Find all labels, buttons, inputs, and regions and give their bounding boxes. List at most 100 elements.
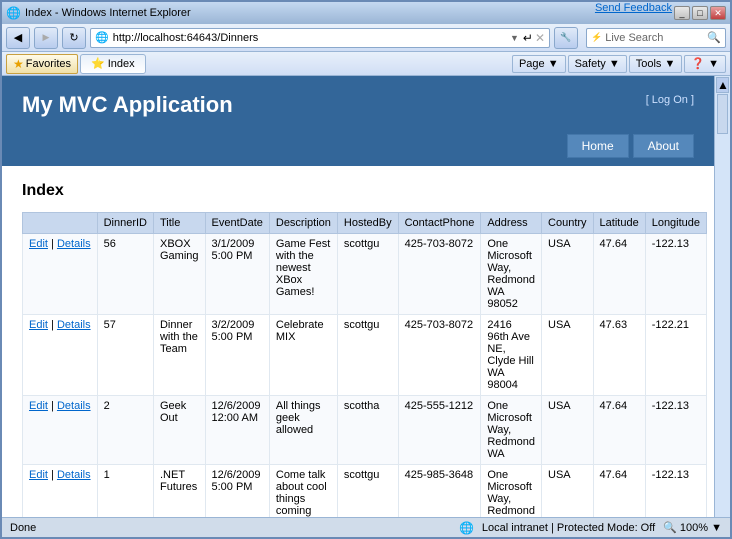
contact-phone-cell: 425-985-3648 bbox=[398, 465, 481, 518]
compat-button[interactable]: 🔧 bbox=[554, 27, 578, 49]
details-link[interactable]: Details bbox=[57, 469, 91, 481]
title-cell: Dinner with the Team bbox=[153, 315, 205, 396]
details-link[interactable]: Details bbox=[57, 319, 91, 331]
hosted-by-cell: scottgu bbox=[337, 465, 398, 518]
action-cell: Edit | Details bbox=[23, 234, 98, 315]
live-search-icon: ⚡ bbox=[591, 32, 602, 43]
country-cell: USA bbox=[542, 396, 594, 465]
refresh-button[interactable]: ↻ bbox=[62, 27, 86, 49]
action-cell: Edit | Details bbox=[23, 315, 98, 396]
longitude-cell: -122.13 bbox=[645, 465, 706, 518]
about-nav-button[interactable]: About bbox=[633, 134, 694, 158]
page-button[interactable]: Page ▼ bbox=[512, 55, 566, 73]
action-cell: Edit | Details bbox=[23, 396, 98, 465]
table-row: Edit | Details2Geek Out12/6/2009 12:00 A… bbox=[23, 396, 707, 465]
address-cell: One Microsoft Way, Redmond WA bbox=[481, 396, 542, 465]
back-button[interactable]: ◀ bbox=[6, 27, 30, 49]
address-cell: One Microsoft Way, Redmond WA bbox=[481, 465, 542, 518]
navigation-bar: ◀ ▶ ↻ 🌐 http://localhost:64643/Dinners ▼… bbox=[2, 24, 730, 52]
close-button[interactable]: ✕ bbox=[710, 6, 726, 20]
search-button[interactable]: 🔍 bbox=[707, 31, 721, 44]
address-bar[interactable]: 🌐 http://localhost:64643/Dinners ▼ ↵ ✕ bbox=[90, 28, 550, 48]
zoom-control[interactable]: 🔍 100% ▼ bbox=[663, 521, 722, 534]
col-actions bbox=[23, 213, 98, 234]
latitude-cell: 47.63 bbox=[593, 315, 645, 396]
home-nav-button[interactable]: Home bbox=[567, 134, 629, 158]
favorites-toolbar: ★ Favorites ⭐ Index Page ▼ Safety ▼ Tool… bbox=[2, 52, 730, 76]
scroll-up-button[interactable]: ▲ bbox=[716, 77, 729, 93]
description-cell: Game Fest with the newest XBox Games! bbox=[269, 234, 337, 315]
maximize-button[interactable]: □ bbox=[692, 6, 708, 20]
latitude-cell: 47.64 bbox=[593, 234, 645, 315]
search-bar[interactable]: ⚡ Live Search 🔍 bbox=[586, 28, 726, 48]
contact-phone-cell: 425-703-8072 bbox=[398, 234, 481, 315]
col-dinnerid: DinnerID bbox=[97, 213, 153, 234]
hosted-by-cell: scottgu bbox=[337, 234, 398, 315]
page-body: My MVC Application [ Log On ] Home About… bbox=[2, 76, 714, 517]
tools-button[interactable]: Tools ▼ bbox=[629, 55, 683, 73]
favorites-label: Favorites bbox=[26, 58, 71, 70]
dinner-id-cell: 57 bbox=[97, 315, 153, 396]
window-title: Index - Windows Internet Explorer bbox=[25, 7, 191, 19]
title-cell: XBOX Gaming bbox=[153, 234, 205, 315]
edit-link[interactable]: Edit bbox=[29, 238, 48, 250]
contact-phone-cell: 425-703-8072 bbox=[398, 315, 481, 396]
scroll-thumb[interactable] bbox=[717, 94, 728, 134]
scrollbar[interactable]: ▲ bbox=[714, 76, 730, 517]
tab-index[interactable]: ⭐ Index bbox=[80, 54, 146, 74]
stop-button[interactable]: ✕ bbox=[535, 31, 545, 45]
table-row: Edit | Details1.NET Futures12/6/2009 5:0… bbox=[23, 465, 707, 518]
window-controls: _ □ ✕ bbox=[674, 6, 726, 20]
col-contactphone: ContactPhone bbox=[398, 213, 481, 234]
title-cell: .NET Futures bbox=[153, 465, 205, 518]
col-title: Title bbox=[153, 213, 205, 234]
col-address: Address bbox=[481, 213, 542, 234]
edit-link[interactable]: Edit bbox=[29, 319, 48, 331]
safety-button[interactable]: Safety ▼ bbox=[568, 55, 627, 73]
address-icon: 🌐 bbox=[95, 31, 109, 44]
page-heading: Index bbox=[22, 182, 694, 200]
status-right: 🌐 Local intranet | Protected Mode: Off 🔍… bbox=[459, 521, 722, 535]
log-on-link[interactable]: [ Log On ] bbox=[646, 94, 694, 106]
main-content: Index DinnerID Title EventDate Descripti… bbox=[2, 166, 714, 517]
send-feedback-link[interactable]: Send Feedback bbox=[595, 2, 672, 14]
table-header-row: DinnerID Title EventDate Description Hos… bbox=[23, 213, 707, 234]
title-cell: Geek Out bbox=[153, 396, 205, 465]
description-cell: Come talk about cool things coming with … bbox=[269, 465, 337, 518]
dinner-id-cell: 2 bbox=[97, 396, 153, 465]
action-cell: Edit | Details bbox=[23, 465, 98, 518]
title-bar: 🌐 Index - Windows Internet Explorer Send… bbox=[2, 2, 730, 24]
country-cell: USA bbox=[542, 234, 594, 315]
col-hostedby: HostedBy bbox=[337, 213, 398, 234]
hosted-by-cell: scottgu bbox=[337, 315, 398, 396]
event-date-cell: 3/1/2009 5:00 PM bbox=[205, 234, 269, 315]
nav-buttons-bar: Home About bbox=[2, 134, 714, 166]
tab-label: Index bbox=[108, 58, 135, 70]
longitude-cell: -122.13 bbox=[645, 234, 706, 315]
forward-button[interactable]: ▶ bbox=[34, 27, 58, 49]
details-link[interactable]: Details bbox=[57, 238, 91, 250]
dinners-table: DinnerID Title EventDate Description Hos… bbox=[22, 212, 707, 517]
help-button[interactable]: ❓ ▼ bbox=[684, 55, 726, 73]
minimize-button[interactable]: _ bbox=[674, 6, 690, 20]
edit-link[interactable]: Edit bbox=[29, 400, 48, 412]
table-row: Edit | Details56XBOX Gaming3/1/2009 5:00… bbox=[23, 234, 707, 315]
latitude-cell: 47.64 bbox=[593, 396, 645, 465]
longitude-cell: -122.21 bbox=[645, 315, 706, 396]
bookmarks-bar: ⭐ Index bbox=[80, 54, 146, 74]
latitude-cell: 47.64 bbox=[593, 465, 645, 518]
zone-icon: 🌐 bbox=[459, 521, 474, 535]
address-dropdown-icon[interactable]: ▼ bbox=[510, 33, 519, 43]
favorites-button[interactable]: ★ Favorites bbox=[6, 54, 78, 74]
longitude-cell: -122.13 bbox=[645, 396, 706, 465]
go-button[interactable]: ↵ bbox=[523, 31, 533, 45]
details-link[interactable]: Details bbox=[57, 400, 91, 412]
description-cell: All things geek allowed bbox=[269, 396, 337, 465]
description-cell: Celebrate MIX bbox=[269, 315, 337, 396]
app-title: My MVC Application bbox=[22, 92, 233, 118]
col-country: Country bbox=[542, 213, 594, 234]
tab-icon: ⭐ bbox=[91, 57, 105, 70]
contact-phone-cell: 425-555-1212 bbox=[398, 396, 481, 465]
app-header: My MVC Application [ Log On ] bbox=[2, 76, 714, 134]
edit-link[interactable]: Edit bbox=[29, 469, 48, 481]
